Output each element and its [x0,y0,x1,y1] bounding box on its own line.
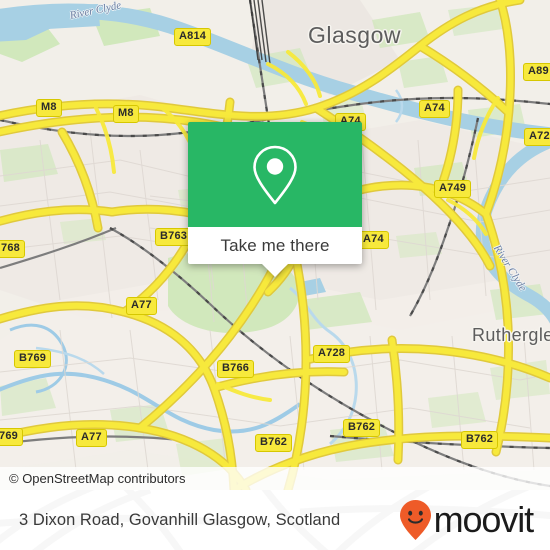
road-shield[interactable]: A89 [523,63,550,81]
moovit-logo[interactable]: moovit [399,490,535,550]
road-shield[interactable]: B766 [217,360,255,378]
road-shield[interactable]: B763 [155,228,193,246]
moovit-pin-icon [399,500,431,540]
map-attribution-bar: © OpenStreetMap contributors [0,467,550,490]
address-text: 3 Dixon Road, Govanhill Glasgow, Scotlan… [19,510,341,529]
callout-pointer [262,264,288,277]
road-shield[interactable]: A728 [524,128,550,146]
footer-bar: 3 Dixon Road, Govanhill Glasgow, Scotlan… [0,490,550,550]
map-share-card: A814 A89 M8 M8 A74 A74 A728 A749 A74 B76… [0,0,550,550]
road-shield[interactable]: B769 [14,350,52,368]
callout-icon-panel [188,122,362,227]
road-shield[interactable]: A77 [126,297,157,315]
road-shield[interactable]: 769 [0,428,23,446]
moovit-wordmark: moovit [433,499,535,540]
place-label-rutherglen: Rutherglen [472,325,550,345]
road-shield[interactable]: A74 [419,100,450,118]
road-shield[interactable]: B762 [461,431,499,449]
road-shield[interactable]: B762 [343,419,381,437]
road-shield[interactable]: A77 [76,429,107,447]
road-shield[interactable]: A749 [434,180,472,198]
road-shield[interactable]: A74 [358,231,389,249]
road-shield[interactable]: B762 [255,434,293,452]
road-shield[interactable]: A728 [313,345,351,363]
road-shield[interactable]: 768 [0,240,25,258]
attribution-text[interactable]: © OpenStreetMap contributors [0,471,186,486]
map-pin-icon [253,145,297,204]
road-shield[interactable]: M8 [113,105,139,123]
place-label-glasgow: Glasgow [308,22,401,48]
road-shield[interactable]: M8 [36,99,62,117]
callout-button-label: Take me there [220,235,330,255]
callout-button-panel[interactable]: Take me there [188,227,362,277]
road-shield[interactable]: A814 [174,28,212,46]
take-me-there-callout[interactable]: Take me there [188,122,362,277]
